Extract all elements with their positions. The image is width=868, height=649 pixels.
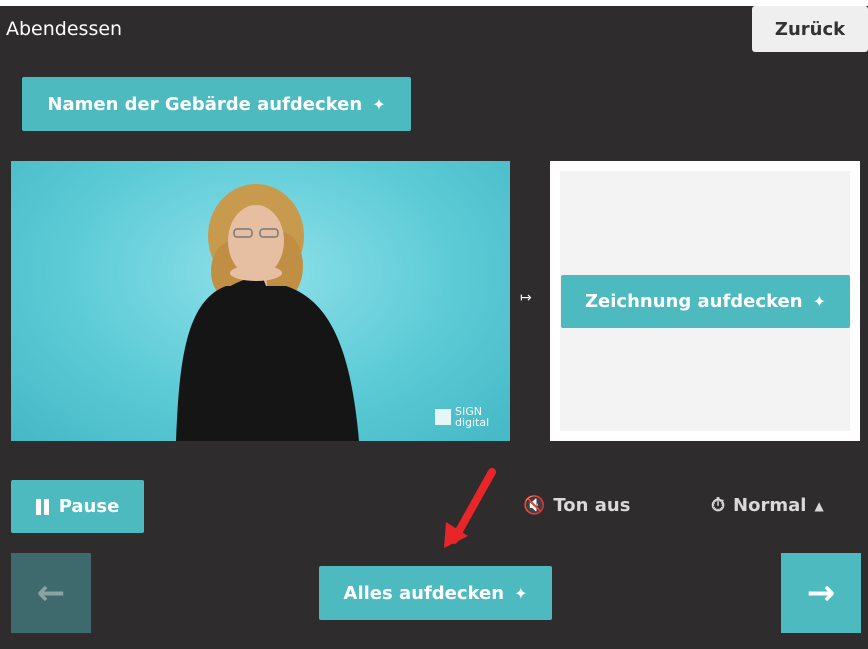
- red-annotation-arrow-icon: [444, 468, 496, 548]
- sparkles-icon: ✦: [372, 94, 386, 114]
- reveal-all-button[interactable]: Alles aufdecken ✦: [319, 566, 552, 620]
- arrow-right-icon: →: [806, 573, 836, 613]
- back-button[interactable]: Zurück: [752, 6, 868, 52]
- sign-video-player[interactable]: SIGN digital: [11, 161, 510, 441]
- reveal-drawing-button[interactable]: Zeichnung aufdecken ✦: [561, 275, 850, 328]
- speed-label: Normal: [733, 495, 807, 516]
- previous-button[interactable]: ←: [11, 553, 91, 633]
- signer-figure: [176, 184, 359, 441]
- reveal-sign-name-button[interactable]: Namen der Gebärde aufdecken ✦: [22, 77, 411, 131]
- reveal-sign-name-label: Namen der Gebärde aufdecken: [47, 93, 363, 115]
- next-button[interactable]: →: [781, 553, 861, 633]
- speed-selector[interactable]: ⏱ Normal ▲: [711, 495, 824, 516]
- reveal-all-label: Alles aufdecken: [343, 582, 505, 604]
- page-title: Abendessen: [6, 18, 123, 40]
- sound-label: Ton aus: [553, 495, 631, 516]
- speaker-muted-icon: 🔇: [523, 495, 546, 516]
- caret-up-icon: ▲: [814, 498, 824, 513]
- arrow-to-bar-icon: ↦: [520, 290, 532, 306]
- arrow-left-icon: ←: [36, 573, 66, 613]
- app-screen: Abendessen Zurück Namen der Gebärde aufd…: [0, 6, 868, 649]
- sparkles-icon: ✦: [514, 583, 528, 603]
- sign-digital-logo-icon: [435, 409, 451, 425]
- pause-icon: [35, 498, 49, 515]
- watermark-line2: digital: [455, 416, 490, 429]
- sparkles-icon: ✦: [812, 292, 826, 311]
- reveal-drawing-label: Zeichnung aufdecken: [585, 291, 803, 312]
- watermark-text: SIGN digital: [455, 406, 489, 428]
- sound-toggle[interactable]: 🔇 Ton aus: [523, 495, 630, 516]
- stopwatch-icon: ⏱: [711, 495, 726, 516]
- pause-button[interactable]: Pause: [11, 480, 144, 533]
- pause-label: Pause: [58, 496, 120, 517]
